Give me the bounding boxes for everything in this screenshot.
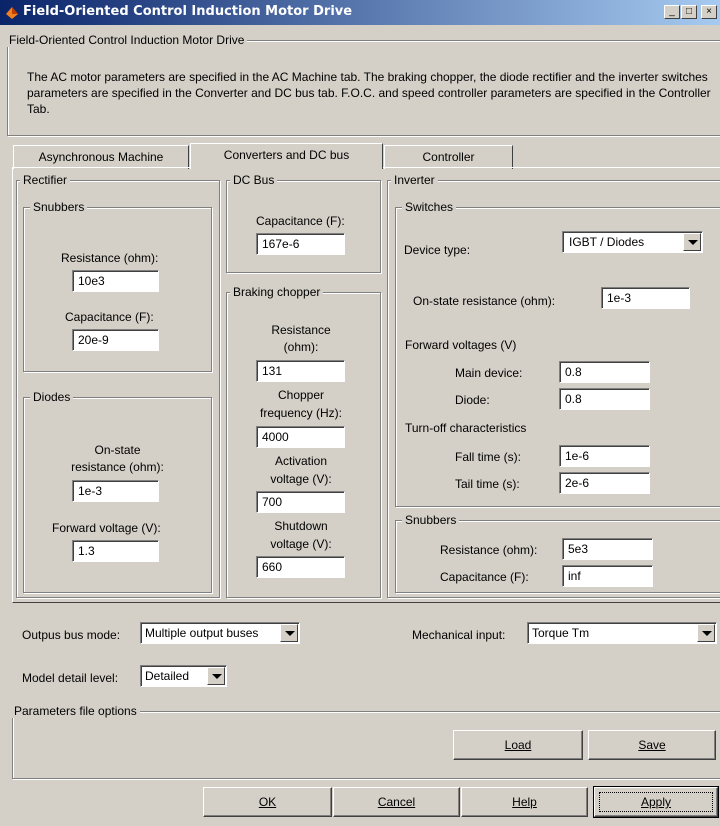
device-type-label: Device type:: [404, 243, 471, 257]
chevron-down-icon[interactable]: [280, 624, 298, 642]
output-bus-mode-value: Multiple output buses: [145, 626, 259, 640]
chopper-activation-input[interactable]: 700: [256, 491, 345, 513]
title-bar[interactable]: Field-Oriented Control Induction Motor D…: [0, 0, 720, 25]
load-button[interactable]: Load: [453, 730, 583, 760]
chopper-resistance-label-1: Resistance: [271, 323, 331, 337]
rectifier-snubber-capacitance-label: Capacitance (F):: [65, 310, 154, 324]
minimize-button[interactable]: _: [664, 5, 680, 19]
chevron-down-icon[interactable]: [683, 233, 701, 251]
chopper-frequency-input[interactable]: 4000: [256, 426, 345, 448]
tail-time-input[interactable]: 2e-6: [559, 472, 650, 494]
rectifier-title: Rectifier: [20, 173, 71, 187]
model-detail-level-select[interactable]: Detailed: [140, 665, 227, 687]
help-button-label: Help: [512, 795, 537, 809]
diode-forward-voltage-input[interactable]: 1.3: [72, 540, 159, 562]
fall-time-input[interactable]: 1e-6: [559, 445, 650, 467]
apply-button-label: Apply: [640, 795, 672, 809]
rectifier-diodes-title: Diodes: [30, 390, 74, 404]
maximize-button[interactable]: □: [681, 5, 697, 19]
ok-button[interactable]: OK: [203, 787, 332, 817]
chopper-resistance-label-2: (ohm):: [283, 340, 319, 354]
tab-converters-dc-bus[interactable]: Converters and DC bus: [190, 143, 383, 169]
description-text: The AC motor parameters are specified in…: [27, 70, 711, 116]
braking-chopper-title: Braking chopper: [230, 285, 324, 299]
save-button[interactable]: Save: [588, 730, 716, 760]
diode-voltage-input[interactable]: 0.8: [559, 388, 650, 410]
chopper-activation-label-2: voltage (V):: [270, 472, 332, 486]
turnoff-characteristics-label: Turn-off characteristics: [405, 421, 527, 435]
chopper-activation-label-1: Activation: [274, 454, 328, 468]
parameters-file-title: Parameters file options: [11, 704, 140, 718]
mechanical-input-select[interactable]: Torque Tm: [527, 622, 717, 644]
forward-voltages-label: Forward voltages (V): [405, 338, 517, 352]
chopper-frequency-label-1: Chopper: [277, 388, 325, 402]
chopper-frequency-label-2: frequency (Hz):: [259, 406, 343, 420]
switch-onstate-resistance-input[interactable]: 1e-3: [601, 287, 690, 309]
load-button-label: Load: [504, 738, 532, 752]
dc-bus-capacitance-label: Capacitance (F):: [256, 214, 345, 228]
cancel-button-label: Cancel: [377, 795, 416, 809]
inverter-snubbers-title: Snubbers: [402, 513, 460, 527]
diode-onstate-label-1: On-state: [94, 443, 141, 457]
main-device-label: Main device:: [455, 366, 523, 380]
ok-button-label: OK: [258, 795, 277, 809]
save-button-label: Save: [638, 738, 666, 752]
rectifier-snubbers-title: Snubbers: [30, 200, 88, 214]
model-detail-level-value: Detailed: [145, 669, 190, 683]
description-group-title: Field-Oriented Control Induction Motor D…: [6, 33, 248, 47]
tab-asynchronous-machine[interactable]: Asynchronous Machine: [13, 145, 189, 169]
tail-time-label: Tail time (s):: [455, 477, 520, 491]
model-detail-level-label: Model detail level:: [22, 671, 119, 685]
tab-controller[interactable]: Controller: [384, 145, 513, 169]
help-button[interactable]: Help: [461, 787, 588, 817]
chevron-down-icon[interactable]: [207, 667, 225, 685]
dc-bus-capacitance-input[interactable]: 167e-6: [256, 233, 345, 255]
inverter-snubber-capacitance-input[interactable]: inf: [562, 565, 653, 587]
chopper-shutdown-input[interactable]: 660: [256, 556, 345, 578]
switches-title: Switches: [402, 200, 457, 214]
fall-time-label: Fall time (s):: [455, 450, 521, 464]
inverter-snubber-capacitance-label: Capacitance (F):: [440, 570, 529, 584]
window-title: Field-Oriented Control Induction Motor D…: [23, 4, 353, 19]
inverter-snubber-resistance-label: Resistance (ohm):: [440, 543, 538, 557]
diode-onstate-label-2: resistance (ohm):: [71, 460, 164, 474]
switch-onstate-label: On-state resistance (ohm):: [413, 294, 556, 308]
inverter-snubber-resistance-input[interactable]: 5e3: [562, 538, 653, 560]
output-bus-mode-select[interactable]: Multiple output buses: [140, 622, 300, 644]
mechanical-input-value: Torque Tm: [532, 626, 590, 640]
chevron-down-icon[interactable]: [697, 624, 715, 642]
rectifier-snubber-capacitance-input[interactable]: 20e-9: [72, 329, 159, 351]
device-type-value: IGBT / Diodes: [569, 235, 645, 249]
diode-voltage-label: Diode:: [455, 393, 490, 407]
chopper-resistance-input[interactable]: 131: [256, 360, 345, 382]
device-type-select[interactable]: IGBT / Diodes: [562, 231, 703, 253]
main-device-voltage-input[interactable]: 0.8: [559, 361, 650, 383]
dc-bus-title: DC Bus: [230, 173, 278, 187]
rectifier-snubber-resistance-input[interactable]: 10e3: [72, 270, 159, 292]
cancel-button[interactable]: Cancel: [333, 787, 460, 817]
output-bus-mode-label: Outpus bus mode:: [22, 628, 121, 642]
apply-button[interactable]: Apply: [593, 786, 719, 818]
chopper-shutdown-label-1: Shutdown: [274, 519, 328, 533]
diode-onstate-resistance-input[interactable]: 1e-3: [72, 480, 159, 502]
rectifier-snubber-resistance-label: Resistance (ohm):: [61, 251, 159, 265]
inverter-title: Inverter: [391, 173, 438, 187]
chopper-shutdown-label-2: voltage (V):: [270, 537, 332, 551]
simulink-app-icon: [6, 7, 18, 19]
mechanical-input-label: Mechanical input:: [412, 628, 506, 642]
diode-forward-voltage-label: Forward voltage (V):: [52, 521, 161, 535]
close-button[interactable]: ×: [701, 5, 717, 19]
